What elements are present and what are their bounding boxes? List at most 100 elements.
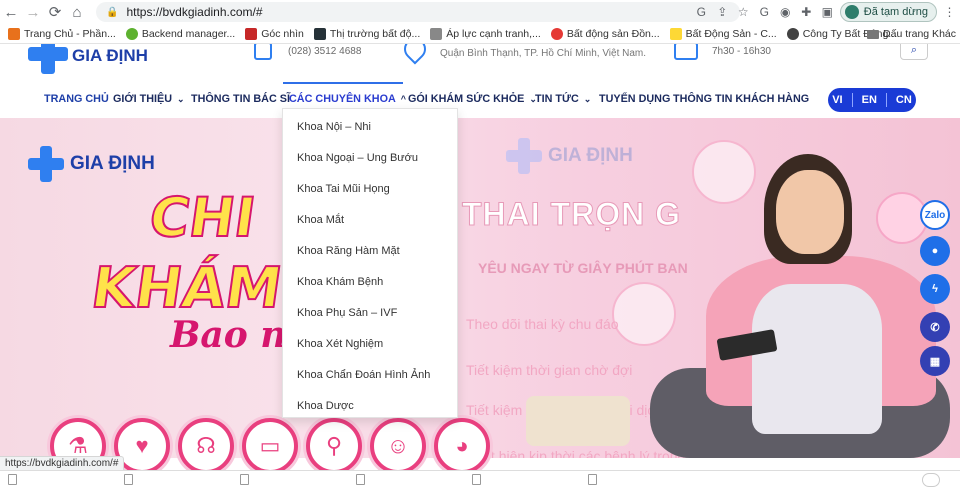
bookmark-favicon (430, 27, 443, 40)
bookmark-favicon (786, 27, 799, 40)
chat-icon[interactable]: ● (920, 236, 950, 266)
bookmark-favicon (550, 27, 563, 40)
star-icon[interactable]: ☆ (733, 2, 754, 22)
baby-icon[interactable]: ◕ (434, 418, 490, 474)
hero-banner[interactable]: GIA ĐỊNH GIA ĐỊNH THAI TRỌN G YÊU NGAY T… (0, 118, 960, 458)
dropdown-item[interactable]: Khoa Dược (283, 390, 457, 421)
download-item[interactable] (0, 471, 116, 488)
chevron-down-icon: ⌄ (177, 93, 185, 104)
bookmark-label: Backend manager... (141, 27, 236, 40)
extension-icon[interactable]: ◉ (775, 2, 796, 22)
nav-label: TUYỂN DỤNG (599, 93, 671, 105)
bookmark-label: Bất động sản Đồn... (566, 27, 660, 40)
dropdown-item[interactable]: Khoa Xét Nghiệm (283, 328, 457, 359)
nav-news[interactable]: TIN TỨC ⌄ (535, 82, 591, 116)
bookmark-folder-other[interactable]: Dấu trang Khác (867, 28, 956, 40)
phone-call-icon[interactable]: ✆ (920, 312, 950, 342)
stethoscope-icon[interactable]: ☊ (178, 418, 234, 474)
phone-number[interactable]: (028) 3512 4688 (288, 46, 361, 57)
dropdown-item[interactable]: Khoa Nội – Nhi (283, 111, 457, 142)
dropdown-item-label: Khoa Ngoại – Ung Bướu (297, 151, 418, 164)
forward-icon[interactable]: → (22, 1, 44, 23)
logo-text: GIA ĐỊNH (72, 46, 148, 65)
doctor-icon[interactable]: ☺ (370, 418, 426, 474)
dropdown-item[interactable]: Khoa Răng Hàm Mặt (283, 235, 457, 266)
phone-icon (254, 44, 272, 60)
dropdown-item[interactable]: Khoa Tai Mũi Họng (283, 173, 457, 204)
bookmark-2[interactable]: Góc nhìn (245, 27, 304, 40)
google-icon[interactable]: G (691, 2, 712, 22)
microscope-icon[interactable]: ⚲ (306, 418, 362, 474)
location-icon (399, 44, 431, 65)
dropdown-item-label: Khoa Tai Mũi Họng (297, 182, 390, 195)
lang-en[interactable]: EN (859, 94, 880, 106)
bookmark-1[interactable]: Backend manager... (125, 27, 236, 40)
file-icon (240, 474, 249, 485)
cross-icon (506, 138, 542, 174)
dropdown-item[interactable]: Khoa Mắt (283, 204, 457, 235)
bookmark-label: Thị trường bất độ... (329, 27, 421, 40)
cross-icon (28, 44, 68, 74)
nav-doctors[interactable]: THÔNG TIN BÁC SĨ (191, 82, 290, 116)
bookmark-favicon (313, 27, 326, 40)
puzzle-icon[interactable]: ✚ (796, 2, 817, 22)
fetus-icon (612, 282, 676, 346)
reload-icon[interactable]: ⟳ (44, 1, 66, 23)
nav-label: THÔNG TIN KHÁCH HÀNG (673, 93, 810, 105)
bookmark-4[interactable]: Áp lực cạnh tranh,... (430, 27, 541, 40)
search-icon[interactable]: ⌕ (900, 44, 928, 60)
banner-logo: GIA ĐỊNH (28, 146, 155, 182)
bookmark-5[interactable]: Bất động sản Đồn... (550, 27, 660, 40)
file-icon (588, 474, 597, 485)
sidepanel-icon[interactable]: ▣ (817, 2, 838, 22)
bookmark-0[interactable]: Trang Chủ - Phần... (8, 27, 116, 40)
download-shelf (0, 470, 960, 488)
url-bar[interactable]: 🔒 https://bvdkgiadinh.com/# (96, 2, 740, 22)
download-item[interactable] (232, 471, 348, 488)
back-icon[interactable]: ← (0, 1, 22, 23)
messenger-icon[interactable]: ϟ (920, 274, 950, 304)
nav-label: GIỚI THIỆU (113, 93, 172, 105)
ghost-logo-text: GIA ĐỊNH (548, 145, 633, 166)
menu-icon[interactable]: ⋮ (939, 2, 960, 22)
dropdown-item[interactable]: Khoa Phụ Sản – IVF (283, 297, 457, 328)
banner-benefit: Tiết kiệm thời gian chờ đợi (466, 362, 633, 378)
extension-g-icon[interactable]: G (754, 2, 775, 22)
dropdown-item[interactable]: Khoa Ngoại – Ung Bướu (283, 142, 457, 173)
dropdown-item-label: Khoa Chẩn Đoán Hình Ảnh (297, 368, 431, 381)
download-item[interactable] (464, 471, 580, 488)
monitor-icon[interactable]: ▭ (242, 418, 298, 474)
share-icon[interactable]: ⇪ (712, 2, 733, 22)
banner-title-line1: CHI (145, 185, 261, 250)
download-item[interactable] (116, 471, 232, 488)
dropdown-item-label: Khoa Dược (297, 399, 354, 412)
specialties-dropdown: Khoa Nội – Nhi Khoa Ngoại – Ung Bướu Kho… (282, 108, 458, 418)
model-photo-face (776, 170, 844, 254)
banner-logo-text: GIA ĐỊNH (70, 153, 155, 174)
banner-ghost-logo: GIA ĐỊNH (506, 138, 633, 174)
nav-customer-info[interactable]: THÔNG TIN KHÁCH HÀNG (673, 82, 809, 116)
dropdown-item-label: Khoa Khám Bệnh (297, 275, 384, 288)
lang-vi[interactable]: VI (829, 94, 845, 106)
home-icon[interactable]: ⌂ (66, 1, 88, 23)
zalo-button[interactable]: Zalo (920, 200, 950, 230)
clock-icon (674, 44, 698, 60)
show-all-downloads-button[interactable] (922, 473, 940, 487)
dropdown-item[interactable]: Khoa Chẩn Đoán Hình Ảnh (283, 359, 457, 390)
dropdown-item[interactable]: Khoa Khám Bệnh (283, 266, 457, 297)
hours-text: 7h30 - 16h30 (712, 46, 771, 57)
zalo-label: Zalo (924, 209, 946, 221)
download-item[interactable] (348, 471, 464, 488)
bookmark-favicon (8, 27, 20, 40)
main-nav: TRANG CHỦ GIỚI THIỆU ⌄ THÔNG TIN BÁC SĨ C… (0, 82, 960, 116)
nav-home[interactable]: TRANG CHỦ (44, 82, 109, 116)
profile-paused-button[interactable]: Đã tạm dừng (839, 2, 937, 22)
bookmark-3[interactable]: Thị trường bất độ... (313, 27, 421, 40)
nav-about[interactable]: GIỚI THIỆU ⌄ (113, 82, 185, 116)
lang-cn[interactable]: CN (893, 94, 915, 106)
download-item[interactable] (580, 471, 696, 488)
bookmark-6[interactable]: Bất Động Sản - C... (669, 27, 777, 40)
calendar-icon[interactable]: ▦ (920, 346, 950, 376)
site-logo[interactable]: GIA ĐỊNH (28, 44, 148, 74)
nav-careers[interactable]: TUYỂN DỤNG (599, 82, 670, 116)
